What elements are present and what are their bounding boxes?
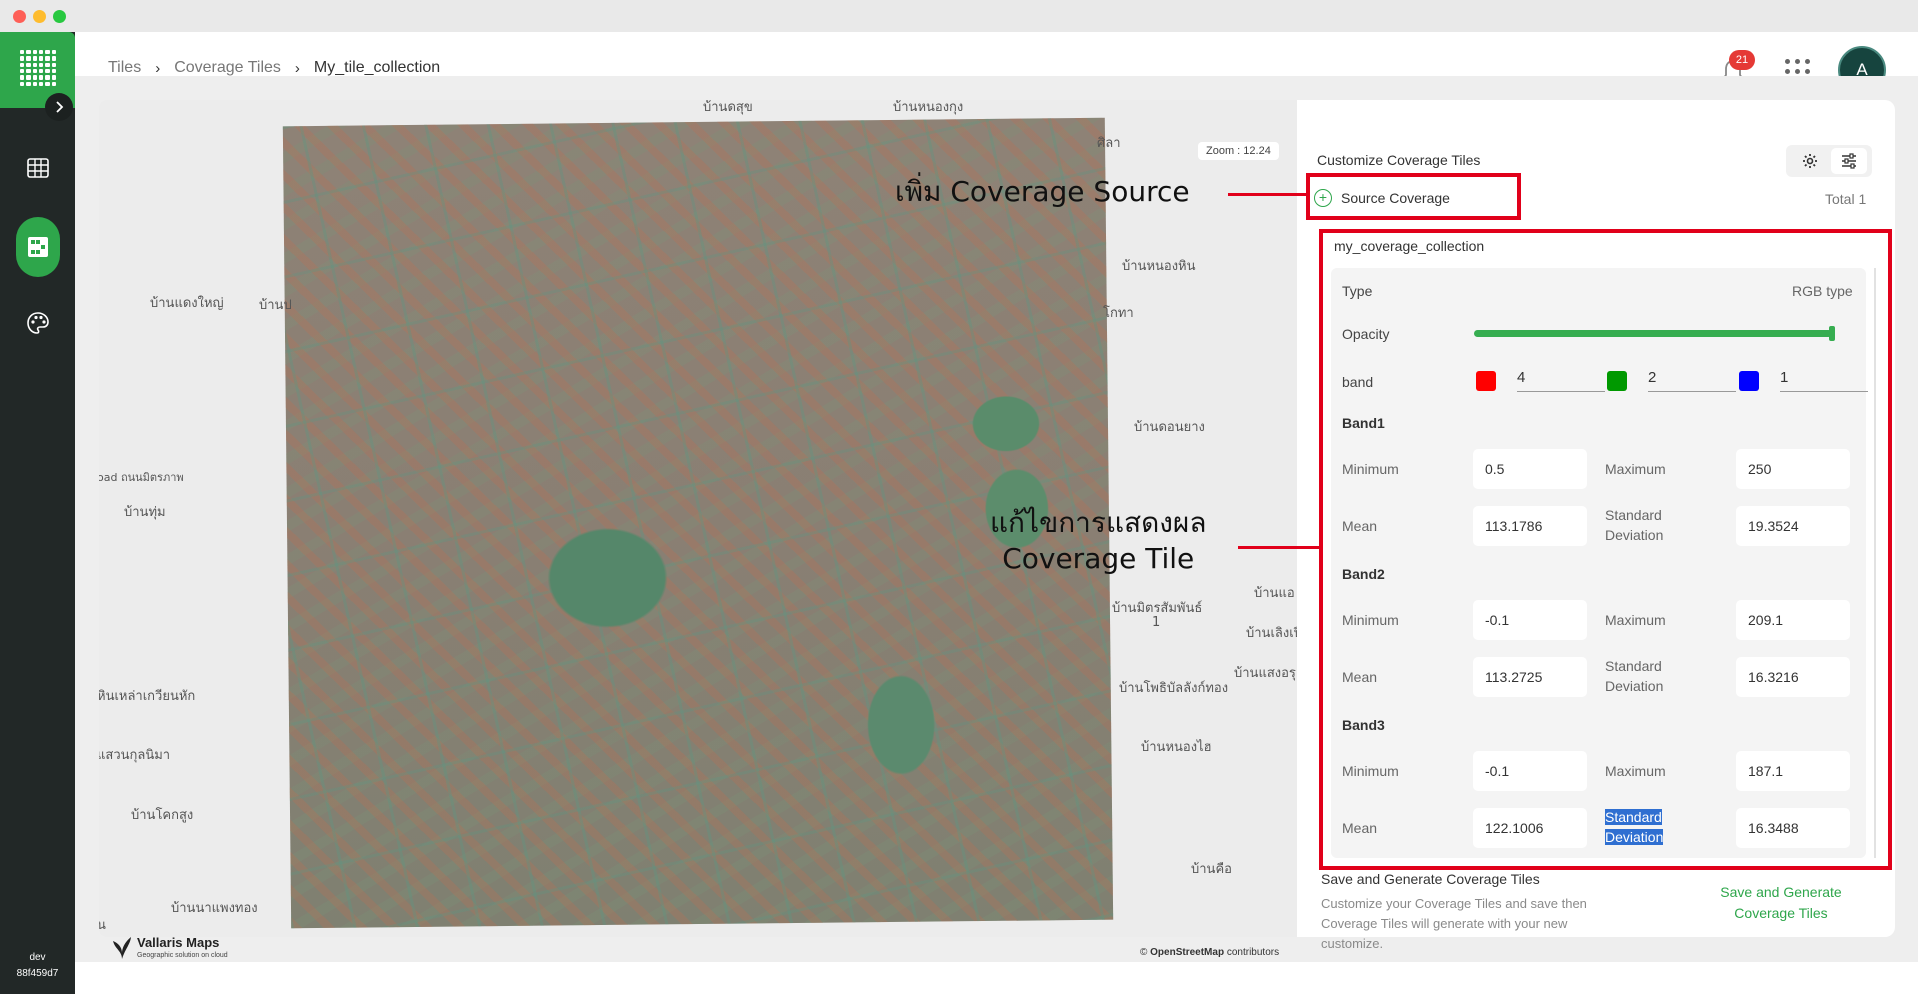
map-place-label: บ้านดสุข bbox=[703, 100, 753, 115]
map-place-label: บ้านดอนยาง bbox=[1134, 420, 1205, 435]
coverage-tiles-icon bbox=[27, 237, 48, 257]
breadcrumb-coverage-tiles[interactable]: Coverage Tiles bbox=[174, 59, 281, 77]
map-place-label: 1 bbox=[1152, 615, 1161, 630]
table-icon bbox=[26, 158, 49, 178]
window-titlebar bbox=[0, 0, 1918, 32]
maximize-window-button[interactable] bbox=[53, 10, 66, 23]
sidebar-item-coverage-tiles[interactable] bbox=[0, 217, 75, 277]
brand-tagline: Geographic solution on cloud bbox=[137, 952, 228, 959]
save-button-line2: Coverage Tiles bbox=[1734, 905, 1828, 921]
save-section-title: Save and Generate Coverage Tiles bbox=[1321, 871, 1540, 887]
callout-line-settings bbox=[1238, 546, 1321, 549]
chevron-right-icon: › bbox=[155, 59, 161, 77]
sliders-icon bbox=[1841, 153, 1856, 169]
map-place-label: บ้านหนองหิน bbox=[1122, 259, 1196, 274]
callout-edit-line1: แก้ไขการแสดงผล bbox=[990, 506, 1207, 539]
map-place-label: หินเหล่าเกวียนหัก bbox=[99, 689, 196, 704]
callout-edit-display: แก้ไขการแสดงผล Coverage Tile bbox=[990, 505, 1207, 577]
map-attribution: © OpenStreetMap contributors bbox=[1140, 947, 1279, 958]
vallaris-logo: Vallaris Maps Geographic solution on clo… bbox=[111, 933, 241, 963]
sidebar: dev 88f459d7 bbox=[0, 32, 75, 994]
collection-settings-highlight bbox=[1319, 229, 1892, 870]
source-coverage-highlight bbox=[1306, 173, 1521, 220]
map-place-label: ศิลา bbox=[1097, 136, 1121, 151]
expand-sidebar-button[interactable] bbox=[45, 93, 73, 121]
zoom-indicator: Zoom : 12.24 bbox=[1198, 142, 1279, 160]
attribution-osm-link[interactable]: OpenStreetMap bbox=[1150, 947, 1224, 958]
breadcrumb-tiles[interactable]: Tiles bbox=[108, 59, 141, 77]
source-total: Total 1 bbox=[1825, 191, 1867, 207]
save-section-description: Customize your Coverage Tiles and save t… bbox=[1321, 896, 1587, 951]
map-place-label: บ้านแอ bbox=[1254, 586, 1295, 601]
panel-title: Customize Coverage Tiles bbox=[1317, 152, 1481, 168]
map-place-label: บ้านเลิงเปื bbox=[1246, 626, 1297, 641]
map-place-label: บ้านโพธิบัลลังก์ทอง bbox=[1119, 681, 1229, 696]
sidebar-item-styles[interactable] bbox=[0, 296, 75, 350]
env-label: dev bbox=[29, 952, 46, 963]
attribution-suffix: contributors bbox=[1226, 947, 1280, 958]
callout-add-source: เพิ่ม Coverage Source bbox=[895, 175, 1190, 208]
map-place-label: oad ถนนมิตรภาพ bbox=[99, 471, 184, 484]
close-window-button[interactable] bbox=[13, 10, 26, 23]
breadcrumb-current: My_tile_collection bbox=[313, 59, 441, 76]
save-button-line1: Save and Generate bbox=[1720, 884, 1842, 900]
map-place-label: บ้านโคกสูง bbox=[131, 808, 194, 823]
map-place-label: บ้านป bbox=[259, 298, 292, 313]
map-place-label: บ้านคือ bbox=[1191, 862, 1232, 877]
map-place-label: บ้านแดงใหญ่ bbox=[150, 296, 224, 311]
map-place-label: บ้านทุ่ม bbox=[124, 505, 166, 520]
save-and-generate-button[interactable]: Save and Generate Coverage Tiles bbox=[1708, 882, 1854, 924]
vallaris-leaf-icon bbox=[113, 937, 131, 959]
map-place-label: บ้านหนองไฮ bbox=[1141, 740, 1212, 755]
gear-icon bbox=[1802, 154, 1817, 168]
breadcrumb: Tiles › Coverage Tiles › My_tile_collect… bbox=[108, 59, 440, 77]
panel-tool-switch bbox=[1786, 145, 1872, 177]
notification-badge: 21 bbox=[1729, 50, 1755, 70]
palette-icon bbox=[26, 312, 49, 334]
coverage-raster-layer bbox=[282, 117, 1114, 929]
settings-tab[interactable] bbox=[1792, 148, 1828, 174]
brand-name: Vallaris Maps bbox=[137, 935, 220, 950]
map-place-label: แสวนกุลนิมา bbox=[99, 748, 171, 763]
build-hash: 88f459d7 bbox=[16, 968, 59, 979]
map-place-label: น bbox=[99, 918, 106, 933]
map-place-label: โกทา bbox=[1103, 306, 1134, 321]
map-place-label: บ้านหนองกุง bbox=[893, 100, 964, 115]
logo-grid-icon bbox=[20, 50, 56, 86]
map-place-label: บ้านนาแพงทอง bbox=[171, 901, 258, 916]
chevron-right-icon: › bbox=[294, 59, 300, 77]
build-info: dev 88f459d7 bbox=[0, 950, 75, 982]
map-place-label: บ้านแสงอรุ bbox=[1234, 666, 1296, 681]
chevron-right-icon bbox=[56, 101, 64, 113]
sidebar-item-table[interactable] bbox=[0, 141, 75, 195]
attribution-prefix: © bbox=[1140, 947, 1148, 958]
customize-tab[interactable] bbox=[1830, 148, 1867, 174]
minimize-window-button[interactable] bbox=[33, 10, 46, 23]
callout-edit-line2: Coverage Tile bbox=[1002, 542, 1195, 575]
callout-line-source bbox=[1228, 193, 1308, 196]
